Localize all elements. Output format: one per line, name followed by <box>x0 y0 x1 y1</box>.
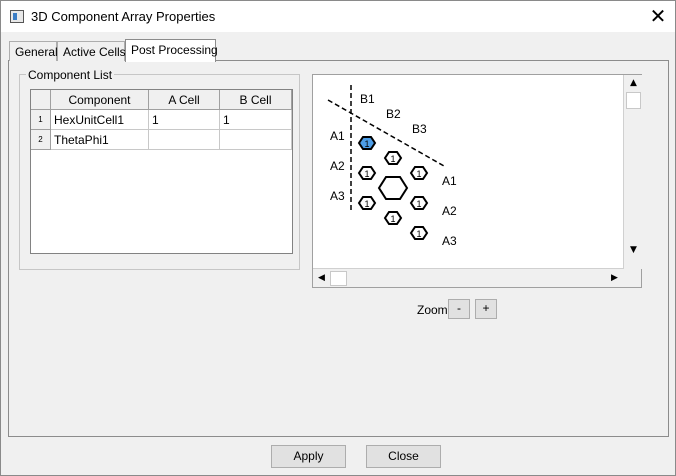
hex-cell[interactable]: 1 <box>357 196 377 210</box>
a2-left-label: A2 <box>330 159 345 173</box>
b-cell-value[interactable]: 1 <box>220 110 292 130</box>
scroll-down-button[interactable]: ▼ <box>625 242 642 259</box>
cell-number: 1 <box>416 229 421 239</box>
cell-number: 1 <box>364 199 369 209</box>
row-number[interactable]: 1 <box>31 110 51 130</box>
scroll-right-button[interactable]: ▶ <box>606 270 623 287</box>
dialog-window: 3D Component Array Properties ✕ General … <box>0 0 676 476</box>
a3-left-label: A3 <box>330 189 345 203</box>
b2-label: B2 <box>386 107 401 121</box>
cell-number: 1 <box>390 154 395 164</box>
cell-number: 1 <box>390 214 395 224</box>
array-preview-pane: B1 B2 B3 A1 A2 A3 A1 A2 A3 1 1 1 1 1 1 1… <box>312 74 642 288</box>
row-number[interactable]: 2 <box>31 130 51 150</box>
horizontal-scrollbar[interactable]: ◀ ▶ <box>313 270 624 287</box>
a1-left-label: A1 <box>330 129 345 143</box>
cell-number: 1 <box>416 199 421 209</box>
window-title: 3D Component Array Properties <box>31 9 216 24</box>
table-row[interactable]: 2 ThetaPhi1 <box>31 130 294 150</box>
component-cell[interactable]: ThetaPhi1 <box>51 130 149 150</box>
a2-right-label: A2 <box>442 204 457 218</box>
zoom-in-button[interactable]: + <box>475 299 497 319</box>
horizontal-scroll-thumb[interactable] <box>330 271 347 286</box>
scroll-up-button[interactable]: ▲ <box>625 75 642 92</box>
hex-cell[interactable]: 1 <box>409 226 429 240</box>
hex-cell[interactable]: 1 <box>383 211 403 225</box>
close-button[interactable]: Close <box>366 445 441 468</box>
cell-number: 1 <box>416 169 421 179</box>
a-cell-value[interactable] <box>149 130 220 150</box>
scroll-left-button[interactable]: ◀ <box>313 270 330 287</box>
column-header-a-cell[interactable]: A Cell <box>149 90 220 110</box>
array-diagram[interactable]: B1 B2 B3 A1 A2 A3 A1 A2 A3 1 1 1 1 1 1 1… <box>313 75 624 269</box>
a1-right-label: A1 <box>442 174 457 188</box>
cell-number: 1 <box>364 139 369 149</box>
component-grid[interactable]: Component A Cell B Cell 1 HexUnitCell1 1… <box>30 89 293 254</box>
hex-cell[interactable]: 1 <box>357 166 377 180</box>
apply-button[interactable]: Apply <box>271 445 346 468</box>
component-cell[interactable]: HexUnitCell1 <box>51 110 149 130</box>
hex-cell[interactable]: 1 <box>409 196 429 210</box>
vertical-scroll-thumb[interactable] <box>626 92 641 109</box>
vertical-scrollbar[interactable]: ▲ ▼ <box>625 75 642 269</box>
cell-number: 1 <box>364 169 369 179</box>
close-window-button[interactable]: ✕ <box>641 4 675 30</box>
tab-active-cells[interactable]: Active Cells <box>57 41 126 61</box>
hex-cell[interactable]: 1 <box>383 151 403 165</box>
app-icon <box>10 10 24 23</box>
a3-right-label: A3 <box>442 234 457 248</box>
b3-label: B3 <box>412 122 427 136</box>
column-header-b-cell[interactable]: B Cell <box>220 90 292 110</box>
zoom-label: Zoom <box>417 303 448 317</box>
zoom-out-button[interactable]: - <box>448 299 470 319</box>
column-header-component[interactable]: Component <box>51 90 149 110</box>
title-bar: 3D Component Array Properties ✕ <box>1 1 675 32</box>
grid-corner-cell <box>31 90 51 110</box>
tab-general[interactable]: General <box>9 41 58 61</box>
hex-cell[interactable]: 1 <box>409 166 429 180</box>
a-cell-value[interactable]: 1 <box>149 110 220 130</box>
b1-label: B1 <box>360 92 375 106</box>
grid-header-row: Component A Cell B Cell <box>31 90 294 110</box>
hex-cell-a1-b1-selected[interactable]: 1 <box>357 136 377 150</box>
tab-post-processing[interactable]: Post Processing <box>125 39 218 62</box>
b-cell-value[interactable] <box>220 130 292 150</box>
table-row[interactable]: 1 HexUnitCell1 1 1 <box>31 110 294 130</box>
component-list-label: Component List <box>26 68 115 82</box>
hex-cell-center-large[interactable] <box>377 176 409 200</box>
